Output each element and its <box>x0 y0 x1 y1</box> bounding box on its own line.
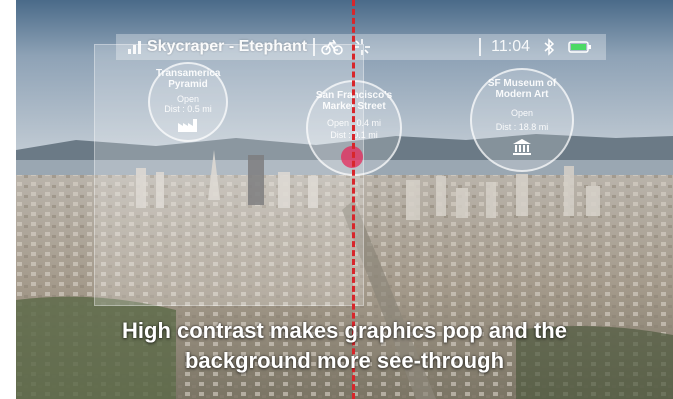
poi-distance: Dist : 0.5 mi <box>164 104 212 114</box>
caption-line-2: background more see-through <box>184 348 505 373</box>
ar-demo-frame: Skycraper - Etephant 11:04 Transamerica … <box>0 0 673 399</box>
hud-separator-2 <box>479 38 482 56</box>
hud-panel-translucent <box>94 44 364 306</box>
hud-separator <box>313 38 316 56</box>
poi-name: Transamerica Pyramid <box>156 68 221 90</box>
hud-title: Skycraper - Etephant <box>147 38 308 55</box>
caption: High contrast makes graphics pop and the… <box>16 316 673 376</box>
poi-sf-moma[interactable]: SF Museum of Modern Art Open Dist : 18.8… <box>470 68 574 172</box>
signal-bars-icon <box>128 40 141 54</box>
museum-icon <box>513 139 531 155</box>
bluetooth-icon <box>544 38 555 56</box>
poi-status: Open <box>176 94 200 104</box>
poi-transamerica[interactable]: Transamerica Pyramid Open Dist : 0.5 mi <box>148 62 228 142</box>
caption-line-1: High contrast makes graphics pop and the <box>122 318 567 343</box>
hud-clock: 11:04 <box>491 38 530 55</box>
poi-status: Open <box>510 108 534 118</box>
bicycle-icon <box>321 39 343 55</box>
battery-icon <box>568 41 591 53</box>
poi-name: SF Museum of Modern Art <box>487 78 557 100</box>
poi-distance: Dist : 18.8 mi <box>495 122 549 132</box>
factory-icon <box>178 119 197 132</box>
hud-status-bar: Skycraper - Etephant 11:04 <box>116 34 606 60</box>
